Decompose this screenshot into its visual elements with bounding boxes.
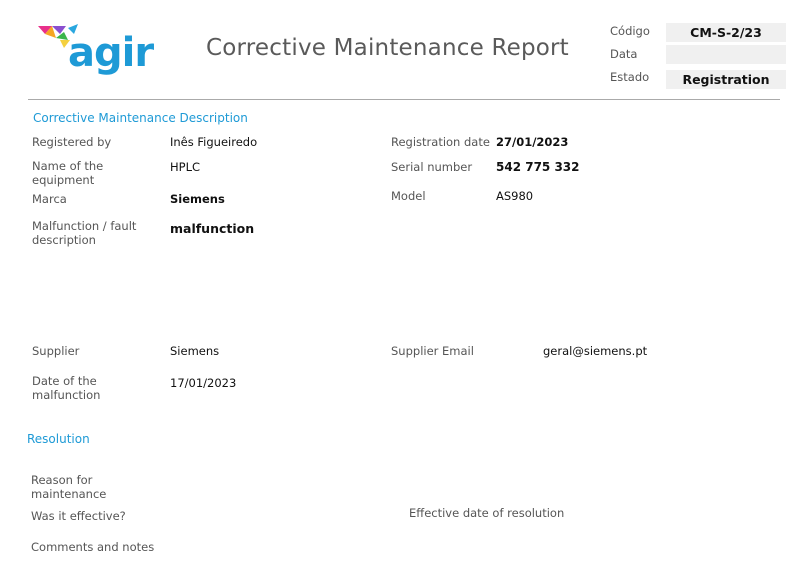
registration-date-value: 27/01/2023 [496, 135, 569, 149]
comments-label: Comments and notes [31, 540, 155, 554]
logo: agir [38, 22, 158, 84]
meta-label-data: Data [610, 47, 638, 61]
serial-number-value: 542 775 332 [496, 160, 580, 174]
header-divider [28, 99, 780, 100]
meta-value-codigo: CM-S-2/23 [666, 23, 786, 42]
effective-label: Was it effective? [31, 509, 126, 523]
logo-text: agir [68, 30, 154, 76]
malfunction-date-label: Date of the malfunction [32, 374, 101, 402]
section-heading-resolution: Resolution [27, 432, 90, 446]
meta-value-data [666, 45, 786, 64]
serial-number-label: Serial number [391, 160, 473, 174]
equipment-name-value: HPLC [170, 160, 201, 174]
meta-value-estado: Registration [666, 70, 786, 89]
supplier-email-label: Supplier Email [391, 344, 474, 358]
marca-value: Siemens [170, 192, 225, 206]
marca-label: Marca [32, 192, 67, 206]
model-value: AS980 [496, 189, 534, 203]
registered-by-value: Inês Figueiredo [170, 135, 258, 149]
section-heading-description: Corrective Maintenance Description [33, 111, 248, 125]
supplier-value: Siemens [170, 344, 220, 358]
supplier-label: Supplier [32, 344, 80, 358]
fault-description-value: malfunction [170, 221, 255, 236]
malfunction-date-value: 17/01/2023 [170, 376, 237, 390]
effective-date-label: Effective date of resolution [409, 506, 565, 520]
meta-label-codigo: Código [610, 24, 650, 38]
registered-by-label: Registered by [32, 135, 112, 149]
meta-label-estado: Estado [610, 70, 650, 84]
page-title: Corrective Maintenance Report [206, 35, 569, 61]
model-label: Model [391, 189, 426, 203]
supplier-email-value: geral@siemens.pt [543, 344, 648, 358]
equipment-name-label: Name of the equipment [32, 159, 104, 187]
registration-date-label: Registration date [391, 135, 490, 149]
reason-label: Reason for maintenance [31, 473, 107, 501]
fault-description-label: Malfunction / fault description [32, 219, 137, 247]
